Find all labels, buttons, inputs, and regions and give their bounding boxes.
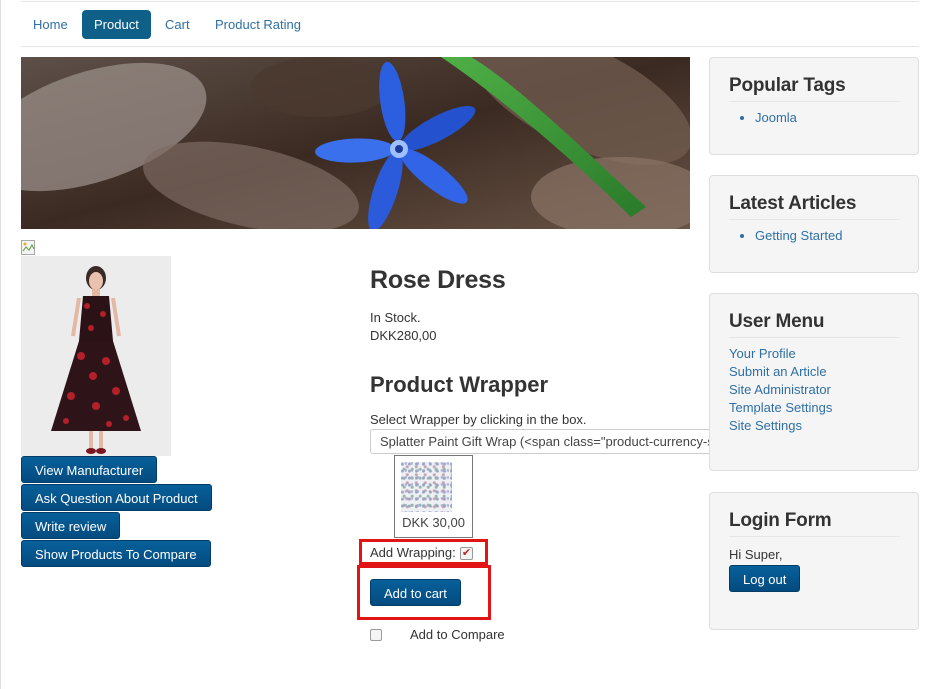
popular-tags-title: Popular Tags — [729, 75, 900, 102]
wrapper-option-card[interactable]: DKK 30,00 — [394, 455, 473, 538]
add-wrapping-label: Add Wrapping: — [370, 545, 456, 560]
article-link-getting-started[interactable]: Getting Started — [755, 228, 842, 243]
tab-home[interactable]: Home — [21, 10, 80, 39]
product-title: Rose Dress — [370, 266, 506, 294]
write-review-button[interactable]: Write review — [21, 512, 121, 539]
page-edge — [0, 0, 1, 689]
header-banner-image — [21, 57, 690, 229]
wrapper-select[interactable]: Splatter Paint Gift Wrap (<span class="p… — [370, 429, 710, 454]
add-to-compare-label: Add to Compare — [410, 627, 505, 642]
menu-link-template-settings[interactable]: Template Settings — [729, 400, 832, 415]
product-price: DKK280,00 — [370, 328, 437, 343]
popular-tags-list: Joomla — [729, 110, 797, 125]
wrapper-thumbnail — [401, 462, 452, 512]
wrapper-option-price: DKK 30,00 — [402, 515, 465, 530]
login-form-module: Login Form Hi Super, Log out — [709, 492, 919, 630]
menu-link-site-administrator[interactable]: Site Administrator — [729, 382, 831, 397]
tag-item: Joomla — [755, 110, 797, 125]
view-manufacturer-button[interactable]: View Manufacturer — [21, 456, 158, 483]
latest-articles-list: Getting Started — [729, 228, 842, 243]
top-navigation: Home Product Cart Product Rating — [21, 1, 919, 47]
tab-product[interactable]: Product — [82, 10, 151, 39]
menu-link-your-profile[interactable]: Your Profile — [729, 346, 796, 361]
tab-product-rating[interactable]: Product Rating — [203, 10, 313, 39]
wrapper-instruction: Select Wrapper by clicking in the box. — [370, 412, 587, 427]
product-image[interactable] — [21, 256, 171, 456]
login-form-title: Login Form — [729, 510, 900, 537]
tag-link-joomla[interactable]: Joomla — [755, 110, 797, 125]
add-wrapping-checkbox[interactable]: ✔ — [460, 547, 473, 560]
article-item: Getting Started — [755, 228, 842, 243]
menu-link-submit-article[interactable]: Submit an Article — [729, 364, 827, 379]
menu-link-site-settings[interactable]: Site Settings — [729, 418, 802, 433]
latest-articles-module: Latest Articles Getting Started — [709, 175, 919, 273]
tab-cart[interactable]: Cart — [153, 10, 202, 39]
popular-tags-module: Popular Tags Joomla — [709, 57, 919, 155]
broken-image-icon — [21, 240, 37, 256]
login-greeting: Hi Super, — [729, 547, 783, 562]
stock-status: In Stock. — [370, 310, 421, 325]
ask-question-button[interactable]: Ask Question About Product — [21, 484, 212, 511]
add-to-cart-button[interactable]: Add to cart — [370, 579, 461, 606]
user-menu-title: User Menu — [729, 311, 900, 338]
latest-articles-title: Latest Articles — [729, 193, 900, 220]
wrapper-heading: Product Wrapper — [370, 372, 549, 397]
add-to-compare-checkbox[interactable] — [370, 629, 382, 641]
show-compare-button[interactable]: Show Products To Compare — [21, 540, 211, 567]
logout-button[interactable]: Log out — [729, 565, 801, 592]
user-menu-module: User Menu Your Profile Submit an Article… — [709, 293, 919, 471]
